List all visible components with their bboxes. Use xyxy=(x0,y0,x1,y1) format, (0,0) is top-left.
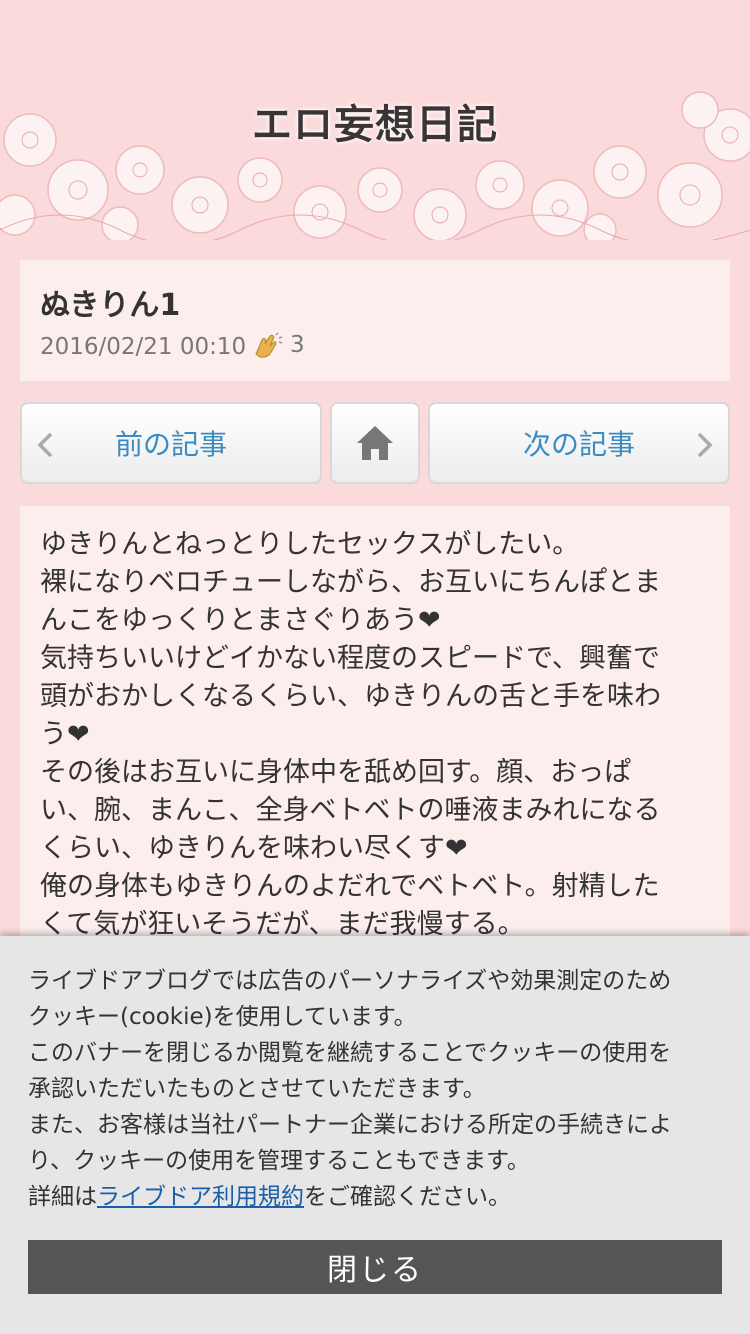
body-line: ゆきりんとねっとりしたセックスがしたい。 xyxy=(40,529,580,560)
clap-count: 3 xyxy=(290,332,305,358)
body-line: 気持ちいいけどイかない程度のスピードで、興奮で xyxy=(40,643,660,674)
blog-title[interactable]: エロ妄想日記 xyxy=(0,92,750,150)
body-line: 頭がおかしくなるくらい、ゆきりんの舌と手を味わ xyxy=(40,681,661,712)
article-date: 2016/02/21 00:10 xyxy=(40,334,247,360)
cookie-line: このバナーを閉じるか閲覧を継続することでクッキーの使用を xyxy=(28,1040,672,1066)
clap-counter[interactable]: 3 xyxy=(252,332,305,358)
prev-article-button[interactable]: 前の記事 xyxy=(20,402,322,484)
next-article-label: 次の記事 xyxy=(522,428,635,461)
body-line: くらい、ゆきりんを味わい尽くす❤ xyxy=(40,833,468,864)
blog-header: エロ妄想日記 xyxy=(0,0,750,240)
body-line: 裸になりベロチューしながら、お互いにちんぽとま xyxy=(40,567,661,598)
body-line: い、腕、まんこ、全身ベトベトの唾液まみれになる xyxy=(40,795,661,826)
terms-of-use-link[interactable]: ライブドア利用規約 xyxy=(97,1184,304,1210)
body-line: う❤ xyxy=(40,719,90,750)
cookie-line: クッキー(cookie)を使用しています。 xyxy=(28,1004,417,1030)
cookie-details-line: 詳細はライブドア利用規約をご確認ください。 xyxy=(28,1179,728,1215)
body-line: んこをゆっくりとまさぐりあう❤ xyxy=(40,605,441,636)
clap-icon xyxy=(255,332,283,358)
cookie-notice-text: ライブドアブログでは広告のパーソナライズや効果測定のため クッキー(cookie… xyxy=(28,963,728,1215)
cookie-line: 承認いただいたものとさせていただきます。 xyxy=(28,1076,486,1102)
cookie-line: また、お客様は当社パートナー企業における所定の手続きによ xyxy=(28,1112,672,1138)
chevron-right-icon xyxy=(697,432,713,458)
body-line: その後はお互いに身体中を舐め回す。顔、おっぱ xyxy=(40,757,632,788)
home-icon xyxy=(357,426,393,460)
cookie-line: ライブドアブログでは広告のパーソナライズや効果測定のため xyxy=(28,968,672,994)
close-banner-button[interactable]: 閉じる xyxy=(28,1240,722,1294)
next-article-button[interactable]: 次の記事 xyxy=(428,402,730,484)
home-button[interactable] xyxy=(330,402,420,484)
prev-article-label: 前の記事 xyxy=(114,428,227,461)
cookie-details-suffix: をご確認ください。 xyxy=(304,1184,511,1210)
cookie-details-prefix: 詳細は xyxy=(28,1184,97,1210)
cookie-line: り、クッキーの使用を管理することもできます。 xyxy=(28,1148,530,1174)
article-body: ゆきりんとねっとりしたセックスがしたい。 裸になりベロチューしながら、お互いにち… xyxy=(40,526,710,944)
body-line: 俺の身体もゆきりんのよだれでベトベト。射精した xyxy=(40,871,660,902)
chevron-left-icon xyxy=(37,432,53,458)
article-title[interactable]: ぬきりん1 xyxy=(40,280,180,324)
